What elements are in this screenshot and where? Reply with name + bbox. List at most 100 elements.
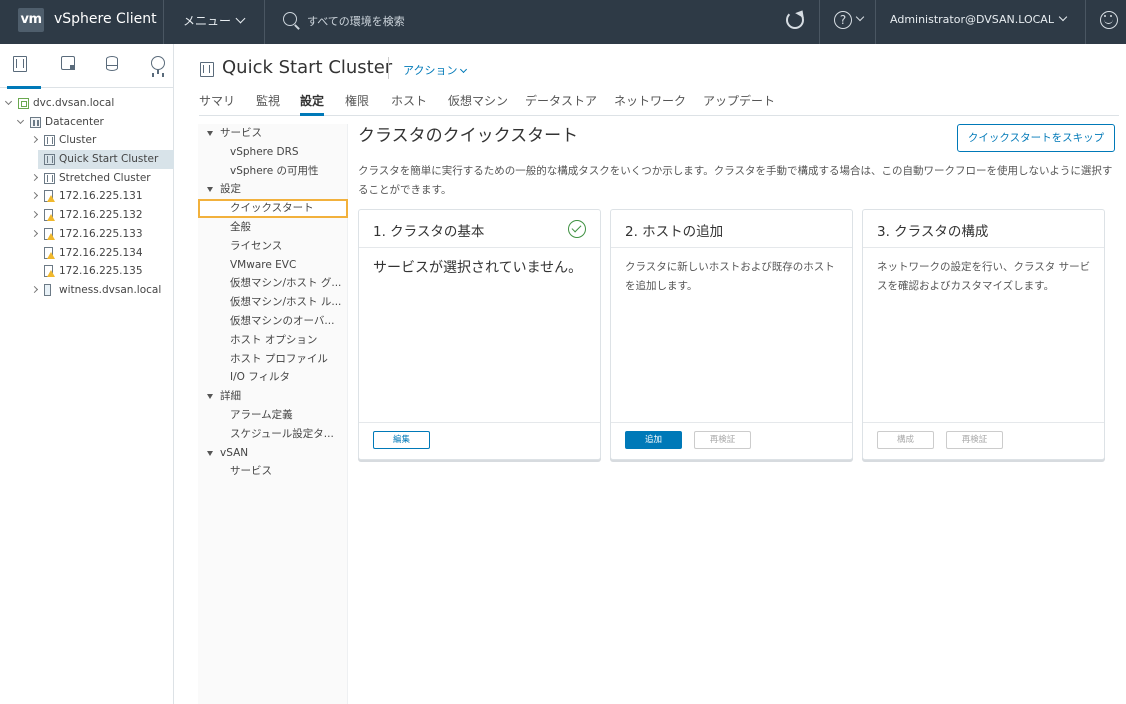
chevron-right-icon[interactable] [30,229,39,237]
tree-item[interactable]: Stretched Cluster [0,169,174,188]
tree-item[interactable]: 172.16.225.135 [0,262,174,281]
tree-item[interactable]: Quick Start Cluster [38,150,174,169]
datacenter-icon [30,116,41,128]
settings-item[interactable]: vSphere の可用性 [198,162,348,181]
chevron-right-icon[interactable] [30,173,39,181]
tree-item[interactable]: Datacenter [0,113,174,132]
settings-item[interactable]: ホスト プロファイル [198,350,348,369]
settings-item-label: 全般 [230,221,251,233]
settings-group[interactable]: サービス [198,124,348,143]
tree-item-label: Quick Start Cluster [59,153,159,166]
caret-down-icon[interactable] [207,131,213,136]
chevron-down-icon[interactable] [4,97,13,106]
object-tab[interactable]: サマリ [199,92,235,109]
object-tab[interactable]: アップデート [703,92,775,109]
tree-item[interactable]: 172.16.225.131 [0,187,174,206]
vmware-logo[interactable]: vm [18,8,44,32]
tree-item-label: dvc.dvsan.local [33,97,115,109]
caret-down-icon[interactable] [207,187,213,193]
revalidate-button[interactable]: 再検証 [694,431,751,449]
user-menu[interactable]: Administrator@DVSAN.LOCAL [890,12,1068,26]
tab-networking[interactable] [151,56,173,80]
object-tab[interactable]: 設定 [300,92,325,116]
settings-item[interactable]: サービス [198,462,348,481]
edit-button[interactable]: 編集 [373,431,430,449]
tree-item[interactable]: 172.16.225.133 [0,225,174,244]
settings-item[interactable]: クイックスタート [198,199,348,218]
settings-item[interactable]: VMware EVC [198,256,348,275]
global-search[interactable]: すべての環境を検索 [283,10,583,32]
settings-item-label: ライセンス [230,239,283,252]
tree-item[interactable]: 172.16.225.134 [0,244,174,263]
tree-item-label: Stretched Cluster [59,171,151,184]
actions-dropdown[interactable]: アクション [403,62,468,78]
settings-item[interactable]: 仮想マシン/ホスト グ... [198,274,348,293]
witness-icon [44,283,51,296]
host-warning-icon [44,190,55,203]
card-body: サービスが選択されていません。 [373,260,583,276]
object-tab[interactable]: 仮想マシン [448,92,508,109]
settings-item[interactable]: 仮想マシンのオーバ... [198,312,348,331]
skip-quickstart-button[interactable]: クイックスタートをスキップ [957,124,1115,152]
caret-down-icon[interactable] [207,394,213,400]
feedback-smiley-icon[interactable] [1100,11,1118,29]
settings-item[interactable]: ホスト オプション [198,331,348,350]
settings-item[interactable]: 全般 [198,218,348,237]
cluster-icon [44,135,55,147]
card-body: クラスタに新しいホストおよび既存のホストを追加します。 [625,261,835,292]
search-icon [283,12,297,26]
add-button[interactable]: 追加 [625,431,682,449]
app-title[interactable]: vSphere Client [54,11,157,27]
user-name: Administrator@DVSAN.LOCAL [890,13,1054,26]
settings-item[interactable]: I/O フィルタ [198,368,348,387]
search-placeholder[interactable]: すべての環境を検索 [307,13,405,29]
chevron-right-icon[interactable] [30,136,39,144]
menu-dropdown[interactable]: メニュー [183,12,246,29]
refresh-icon[interactable] [786,11,804,29]
help-icon[interactable]: ? [834,11,852,29]
object-tab[interactable]: ネットワーク [614,92,686,109]
header-divider [1085,0,1086,44]
settings-item[interactable]: アラーム定義 [198,406,348,425]
object-tab[interactable]: 権限 [345,92,369,109]
chevron-right-icon[interactable] [30,285,39,293]
settings-item-label: ホスト プロファイル [230,352,328,365]
object-tab[interactable]: ホスト [391,92,427,109]
settings-item-label: 詳細 [220,390,241,403]
settings-item-label: vSphere の可用性 [230,164,319,177]
host-warning-icon [44,265,55,278]
tree-item-label: 172.16.225.131 [59,190,143,203]
card-header: 1. クラスタの基本 [359,210,600,248]
tab-hosts-and-clusters[interactable] [7,56,41,89]
chevron-right-icon[interactable] [30,211,39,219]
chevron-down-icon[interactable] [855,12,865,22]
settings-item[interactable]: 仮想マシン/ホスト ル... [198,293,348,312]
settings-group[interactable]: 詳細 [198,387,348,406]
tree-item[interactable]: Cluster [0,131,174,150]
configure-button[interactable]: 構成 [877,431,934,449]
settings-item[interactable]: スケジュール設定タ... [198,425,348,444]
header-divider [875,0,876,44]
tree-item[interactable]: 172.16.225.132 [0,206,174,225]
chevron-down-icon [460,65,468,74]
settings-item[interactable]: vSphere DRS [198,143,348,162]
tree-item[interactable]: dvc.dvsan.local [0,94,174,113]
settings-group[interactable]: 設定 [198,180,348,199]
settings-item[interactable]: ライセンス [198,237,348,256]
tab-vms-and-templates[interactable] [61,56,83,80]
card-title: 1. クラスタの基本 [373,224,485,240]
object-tab[interactable]: 監視 [256,92,280,109]
tab-storage[interactable] [106,56,128,80]
chevron-down-icon[interactable] [16,116,25,124]
object-tab[interactable]: データストア [525,92,597,109]
card-configure-cluster: 3. クラスタの構成 ネットワークの設定を行い、クラスタ サービスを確認およびカ… [862,209,1105,460]
chevron-right-icon[interactable] [30,192,39,200]
settings-group[interactable]: vSAN [198,444,348,463]
quickstart-title: クラスタのクイックスタート [358,126,579,146]
caret-down-icon[interactable] [207,450,213,456]
networking-icon [151,56,165,74]
tree-item[interactable]: witness.dvsan.local [0,281,174,300]
settings-nav: サービス vSphere DRS vSphere の可用性 設定 クイックスタート 全般ラ… [198,124,348,704]
revalidate-button[interactable]: 再検証 [946,431,1003,449]
warning-icon [47,270,55,278]
